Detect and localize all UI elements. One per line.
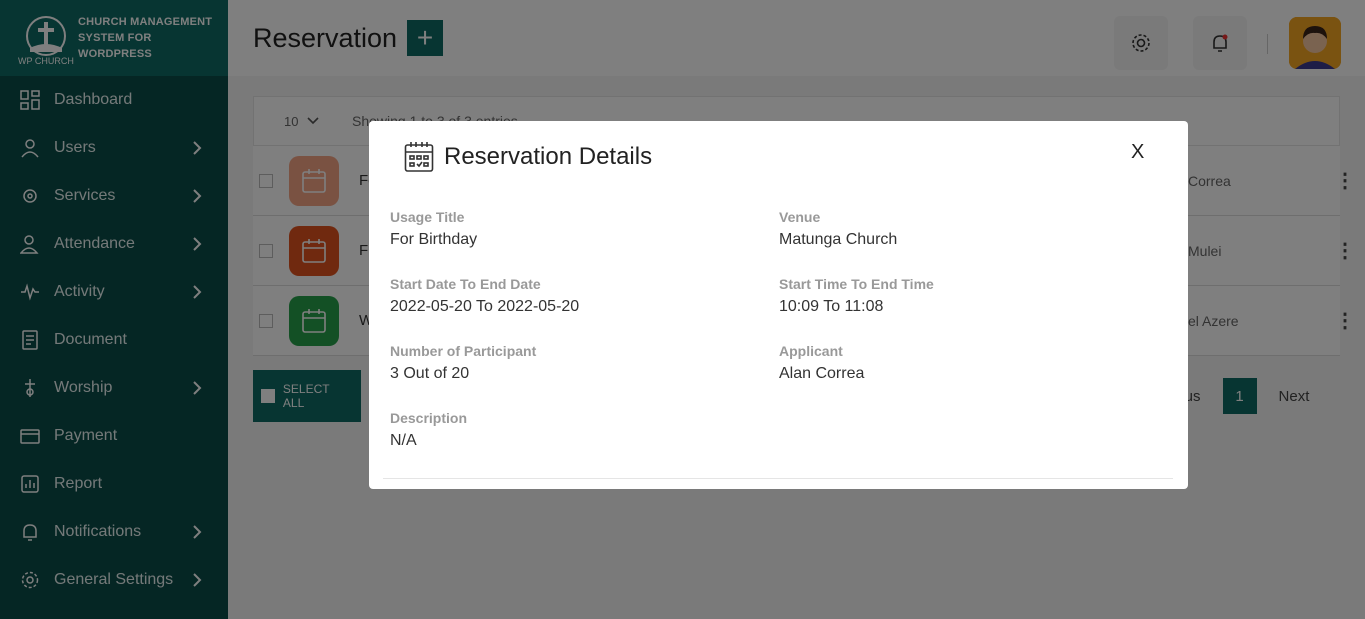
applicant-label: Applicant: [779, 343, 843, 359]
venue-field: Venue Matunga Church: [779, 209, 897, 249]
time-range-value: 10:09 To 11:08: [779, 298, 884, 315]
reservation-details-modal: Reservation Details X Usage Title For Bi…: [369, 121, 1188, 489]
venue-label: Venue: [779, 209, 821, 225]
close-button[interactable]: X: [1131, 141, 1144, 164]
description-label: Description: [390, 410, 468, 426]
modal-divider: [383, 478, 1173, 479]
date-range-value: 2022-05-20 To 2022-05-20: [390, 298, 580, 315]
date-range-label: Start Date To End Date: [390, 276, 541, 292]
usage-title-label: Usage Title: [390, 209, 465, 225]
applicant-value: Alan Correa: [779, 365, 865, 382]
venue-value: Matunga Church: [779, 231, 898, 248]
usage-title-value: For Birthday: [390, 231, 478, 248]
participants-label: Number of Participant: [390, 343, 537, 359]
description-field: Description N/A: [390, 410, 467, 450]
participants-field: Number of Participant 3 Out of 20: [390, 343, 536, 383]
description-value: N/A: [390, 432, 417, 449]
modal-title: Reservation Details: [444, 143, 653, 170]
date-range-field: Start Date To End Date 2022-05-20 To 202…: [390, 276, 579, 316]
time-range-label: Start Time To End Time: [779, 276, 934, 292]
participants-value: 3 Out of 20: [390, 365, 470, 382]
applicant-field: Applicant Alan Correa: [779, 343, 864, 383]
usage-title-field: Usage Title For Birthday: [390, 209, 477, 249]
calendar-icon: [404, 142, 434, 172]
time-range-field: Start Time To End Time 10:09 To 11:08: [779, 276, 934, 316]
modal-header: Reservation Details: [404, 141, 652, 173]
